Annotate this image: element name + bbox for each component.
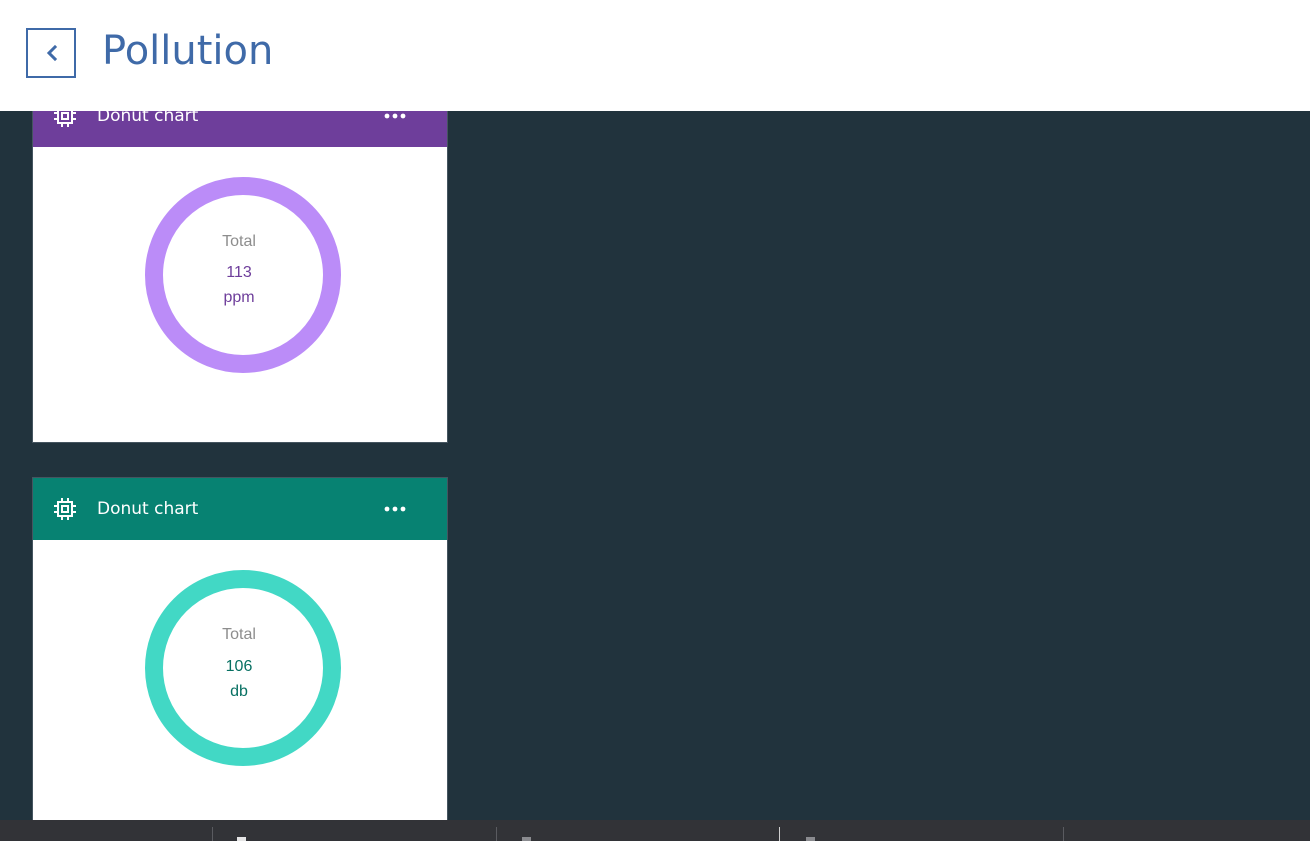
donut-total-label: Total — [222, 233, 256, 250]
card-header: Donut chart — [33, 478, 447, 540]
page-header: Pollution — [0, 0, 1310, 111]
donut-card-noise-db: Donut chart Total 106 db — [32, 477, 448, 837]
donut-value: 113 — [226, 264, 252, 281]
overflow-menu-icon[interactable] — [383, 500, 407, 518]
chevron-left-icon — [46, 44, 58, 62]
chip-icon — [54, 498, 76, 520]
card-body: Total 113 ppm — [33, 147, 447, 442]
donut-value: 106 — [225, 658, 253, 675]
donut-unit: db — [230, 683, 248, 700]
taskbar-divider — [779, 827, 780, 841]
card-body: Total 106 db — [33, 540, 447, 836]
donut-unit: ppm — [223, 289, 255, 306]
donut-card-pollution-ppm: Donut chart Total 113 ppm — [32, 84, 448, 443]
back-button[interactable] — [26, 28, 76, 78]
taskbar-item[interactable] — [806, 837, 815, 841]
taskbar-item[interactable] — [237, 837, 246, 841]
taskbar-divider — [1063, 827, 1064, 841]
taskbar-divider — [212, 827, 213, 841]
taskbar-divider — [496, 827, 497, 841]
taskbar — [0, 820, 1310, 841]
taskbar-item[interactable] — [522, 837, 531, 841]
donut-total-label: Total — [222, 626, 256, 643]
page-title: Pollution — [102, 28, 274, 74]
card-title: Donut chart — [97, 499, 199, 519]
